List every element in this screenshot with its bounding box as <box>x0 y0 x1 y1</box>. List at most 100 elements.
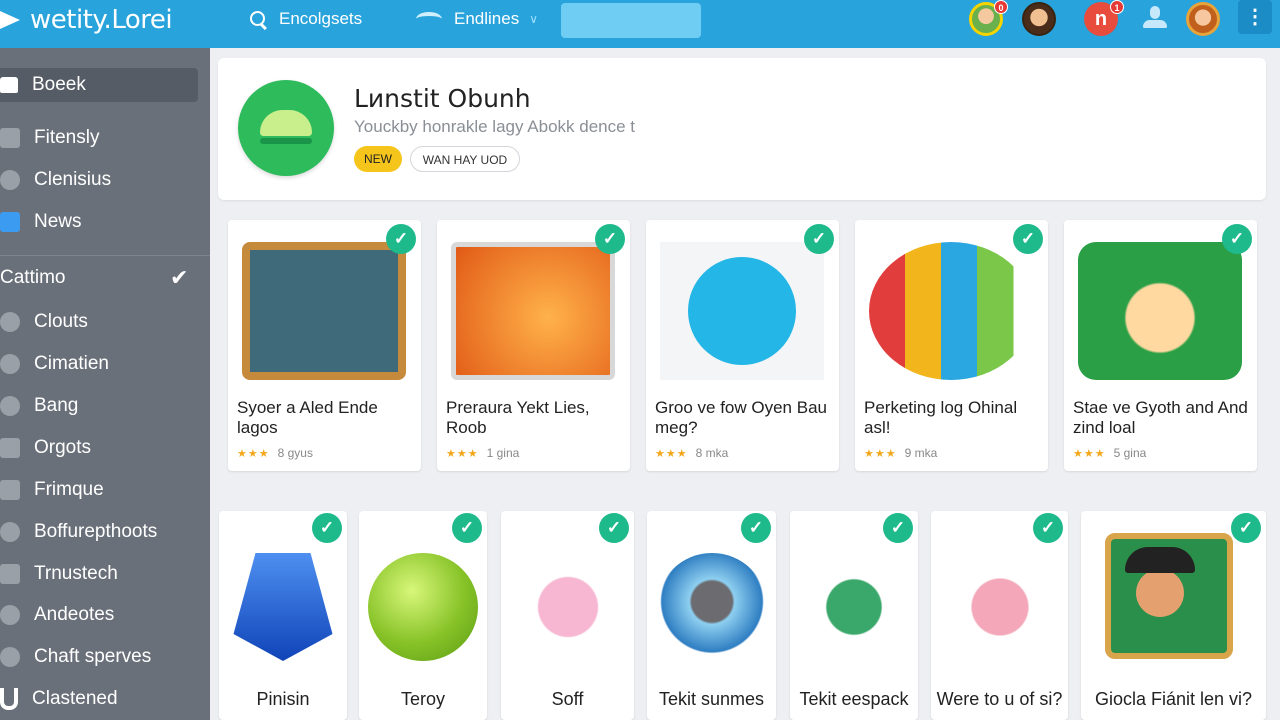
brand[interactable]: wetity.Lorei <box>0 5 173 35</box>
app-meta: ★★★ 1 gina <box>446 446 519 460</box>
nav-search[interactable]: Encolgsets <box>250 8 362 30</box>
sidebar-item-label: Cattimo <box>0 267 66 288</box>
app-card[interactable]: ✓ Syoer a Aled Ende lagos ★★★ 8 gyus <box>228 220 421 471</box>
check-icon: ✓ <box>804 224 834 254</box>
sidebar-item-label: Frimque <box>34 479 104 500</box>
app-title: Preraura Yekt Lies, Roob <box>446 398 590 437</box>
app-title: Pinisin <box>256 689 310 709</box>
app-card[interactable]: ✓ Teroy <box>359 511 487 720</box>
check-icon: ✓ <box>741 513 771 543</box>
app-thumbnail <box>242 242 406 380</box>
app-title: Soff <box>551 689 584 709</box>
check-icon: ✓ <box>1013 224 1043 254</box>
sidebar-item-fitensly[interactable]: Fitensly <box>0 121 198 155</box>
check-icon: ✓ <box>386 224 416 254</box>
tag-button[interactable]: WAN HAY UOD <box>410 146 520 172</box>
more-menu-button[interactable]: ⋮ <box>1238 0 1272 34</box>
brand-name: wetity.Lorei <box>30 5 173 35</box>
app-title: Stae ve Gyoth and And zind loal <box>1073 398 1248 437</box>
featured-title: Lиnstit Obunh <box>354 84 531 113</box>
check-icon: ✔ <box>170 265 189 290</box>
star-rating-icon: ★★★ <box>864 447 897 460</box>
avatar[interactable] <box>1022 2 1056 36</box>
app-title: Tekit sunmes <box>658 689 765 709</box>
app-card[interactable]: ✓ Perketing log Ohinal asl! ★★★ 9 mka <box>855 220 1048 471</box>
app-card[interactable]: ✓ Stae ve Gyoth and And zind loal ★★★ 5 … <box>1064 220 1257 471</box>
nav-endlines[interactable]: Endlines ∨ <box>416 8 538 30</box>
sidebar-item-frimque[interactable]: Frimque <box>0 473 198 507</box>
app-meta-text: 8 mka <box>695 446 729 460</box>
app-card[interactable]: ✓ Preraura Yekt Lies, Roob ★★★ 1 gina <box>437 220 630 471</box>
sidebar-item-news[interactable]: News <box>0 205 198 239</box>
sidebar-item-label: Bang <box>34 395 79 416</box>
nav-search-label: Encolgsets <box>279 9 363 28</box>
check-icon: ✓ <box>595 224 625 254</box>
app-title: Syoer a Aled Ende lagos <box>237 398 378 437</box>
wave-icon <box>416 12 442 26</box>
sidebar-item-label: Andeotes <box>34 604 115 625</box>
app-thumbnail <box>656 553 767 661</box>
users-icon <box>0 396 20 416</box>
star-rating-icon: ★★★ <box>237 447 270 460</box>
check-icon: ✓ <box>312 513 342 543</box>
app-thumbnail <box>1105 533 1233 659</box>
lock-icon <box>0 212 20 232</box>
chevron-down-icon: ∨ <box>529 12 539 26</box>
app-meta-text: 9 mka <box>904 446 938 460</box>
app-meta: ★★★ 8 mka <box>655 446 728 460</box>
play-logo-icon <box>0 11 20 29</box>
app-title: Tekit eespack <box>799 689 909 709</box>
sidebar-item-andeotes[interactable]: Andeotes <box>0 598 198 632</box>
home-icon <box>0 77 18 93</box>
sidebar-item-label: Orgots <box>34 437 92 458</box>
globe-icon <box>0 354 20 374</box>
sidebar-item-boffurepthoots[interactable]: Boffurepthoots <box>0 515 198 549</box>
sidebar-item-boeek[interactable]: Boeek <box>0 68 198 102</box>
star-rating-icon: ★★★ <box>655 447 688 460</box>
app-thumbnail <box>944 553 1055 661</box>
sidebar-item-label: Clouts <box>34 311 88 332</box>
app-meta-text: 5 gina <box>1113 446 1147 460</box>
sidebar-item-label: Fitensly <box>34 127 100 148</box>
app-card[interactable]: ✓ Groo ve fow Oyen Bau meg? ★★★ 8 mka <box>646 220 839 471</box>
square-icon <box>0 438 20 458</box>
cloud-icon <box>0 312 20 332</box>
app-thumbnail <box>1078 242 1242 380</box>
app-title: Groo ve fow Oyen Bau meg? <box>655 398 827 437</box>
tag-icon <box>0 605 20 625</box>
sidebar-item-cimatien[interactable]: Cimatien <box>0 347 198 381</box>
info-icon <box>0 170 20 190</box>
app-thumbnail <box>799 553 909 661</box>
featured-app-panel[interactable]: Lиnstit Obunh Youckby honrakle lagy Abok… <box>218 58 1266 200</box>
sidebar-item-clastened[interactable]: Clastened <box>0 682 198 716</box>
sidebar-item-clouts[interactable]: Clouts <box>0 305 198 339</box>
app-meta-text: 1 gina <box>486 446 520 460</box>
app-card[interactable]: ✓ Were to u of si? <box>931 511 1068 720</box>
check-icon: ✓ <box>1231 513 1261 543</box>
person-icon[interactable] <box>1140 2 1174 36</box>
sidebar-item-orgots[interactable]: Orgots <box>0 431 198 465</box>
user-avatar[interactable] <box>1186 2 1220 36</box>
sidebar-item-chaft-sperves[interactable]: Chaft sperves <box>0 640 198 674</box>
sidebar-item-clenisius[interactable]: Clenisius <box>0 163 198 197</box>
sidebar-item-cattimo[interactable]: Cattimo ✔ <box>0 261 198 295</box>
check-icon: ✓ <box>1033 513 1063 543</box>
sidebar: Boeek Fitensly Clenisius News Cattimo ✔ … <box>0 48 210 720</box>
app-card[interactable]: ✓ Tekit eespack <box>790 511 918 720</box>
app-thumbnail <box>869 242 1033 380</box>
sidebar-item-label: Chaft sperves <box>34 646 152 667</box>
app-card[interactable]: ✓ Giocla Fiánit len vi? <box>1081 511 1266 720</box>
star-rating-icon: ★★★ <box>1073 447 1106 460</box>
search-input[interactable] <box>561 3 701 38</box>
app-card[interactable]: ✓ Soff <box>501 511 634 720</box>
sidebar-item-label: Trnustech <box>34 563 118 584</box>
sidebar-item-label: Cimatien <box>34 353 109 374</box>
sidebar-item-trnustech[interactable]: Trnustech <box>0 557 198 591</box>
chat-bubble-icon <box>660 242 824 380</box>
app-card[interactable]: ✓ Pinisin <box>219 511 347 720</box>
sidebar-item-label: Clastened <box>32 688 118 709</box>
app-card[interactable]: ✓ Tekit sunmes <box>647 511 776 720</box>
app-meta: ★★★ 5 gina <box>1073 446 1146 460</box>
sidebar-item-bang[interactable]: Bang <box>0 389 198 423</box>
new-badge: NEW <box>354 146 402 172</box>
